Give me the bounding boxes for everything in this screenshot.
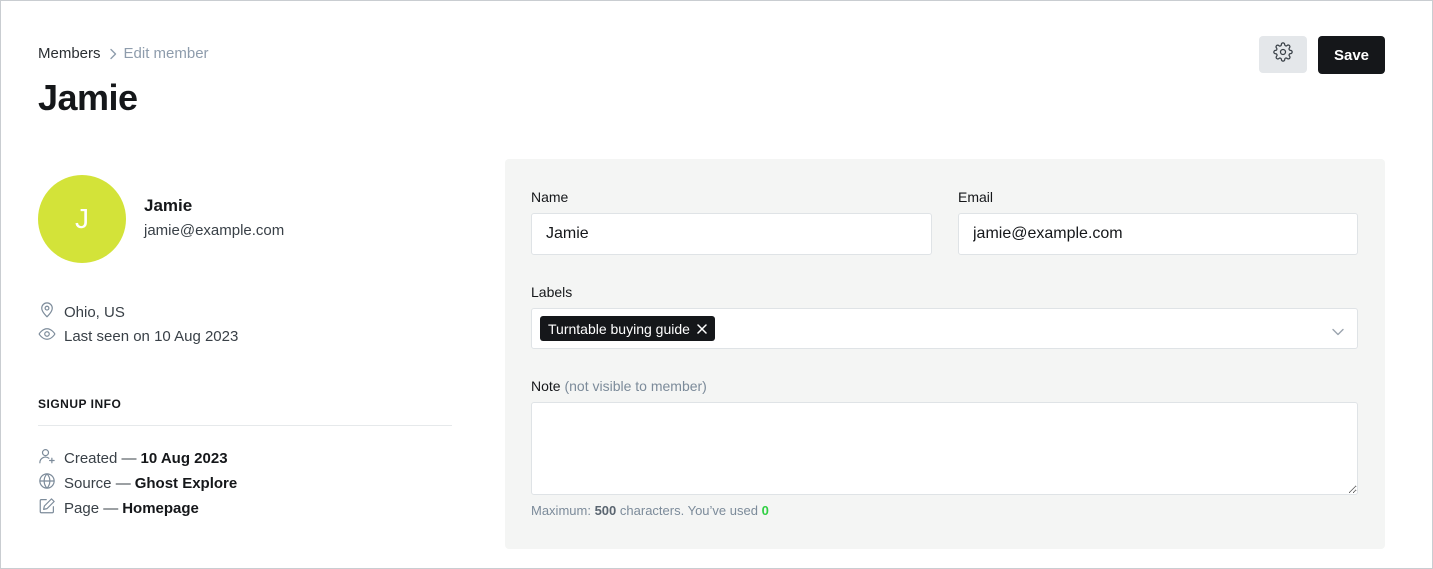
email-input[interactable] xyxy=(958,213,1358,255)
char-max: 500 xyxy=(594,503,617,518)
save-button[interactable]: Save xyxy=(1318,36,1385,74)
label-chip-text: Turntable buying guide xyxy=(548,320,690,337)
chevron-right-icon xyxy=(109,48,117,60)
label-chip: Turntable buying guide xyxy=(540,316,715,341)
member-last-seen: Last seen on 10 Aug 2023 xyxy=(64,327,239,345)
close-icon[interactable] xyxy=(697,323,707,334)
eye-icon xyxy=(38,325,64,347)
divider xyxy=(38,425,452,426)
chevron-down-icon xyxy=(1332,323,1344,341)
source-value: Ghost Explore xyxy=(134,474,238,492)
location-row: Ohio, US xyxy=(38,301,125,323)
member-name: Jamie xyxy=(144,196,193,215)
created-row: Created — 10 Aug 2023 xyxy=(38,447,228,469)
labels-label: Labels xyxy=(531,284,573,300)
note-label-text: Note xyxy=(531,378,561,394)
char-used: 0 xyxy=(761,503,769,518)
avatar-initial: J xyxy=(75,203,89,234)
note-textarea[interactable] xyxy=(531,402,1358,495)
last-seen-row: Last seen on 10 Aug 2023 xyxy=(38,325,238,347)
breadcrumb: Members Edit member xyxy=(38,45,209,62)
note-hint: (not visible to member) xyxy=(564,378,707,394)
member-email: jamie@example.com xyxy=(144,222,285,239)
location-pin-icon xyxy=(38,301,64,323)
note-label: Note (not visible to member) xyxy=(531,378,707,394)
settings-button[interactable] xyxy=(1259,36,1307,73)
breadcrumb-current: Edit member xyxy=(123,45,209,62)
name-label: Name xyxy=(531,189,569,205)
signup-info-heading: SIGNUP INFO xyxy=(38,397,122,411)
member-location: Ohio, US xyxy=(64,303,125,321)
globe-icon xyxy=(38,472,64,494)
gear-icon xyxy=(1273,42,1293,67)
created-label: Created — xyxy=(64,449,137,467)
breadcrumb-members-link[interactable]: Members xyxy=(38,45,101,62)
user-add-icon xyxy=(38,447,64,469)
char-count-mid: characters. You’ve used xyxy=(619,503,758,518)
page-title: Jamie xyxy=(38,77,138,118)
labels-select[interactable]: Turntable buying guide xyxy=(531,308,1358,349)
page-value: Homepage xyxy=(122,499,199,517)
email-label: Email xyxy=(958,189,994,205)
source-label: Source — xyxy=(64,474,131,492)
edit-page-icon xyxy=(38,497,64,519)
page-row: Page — Homepage xyxy=(38,497,199,519)
name-input[interactable] xyxy=(531,213,932,255)
source-row: Source — Ghost Explore xyxy=(38,472,237,494)
app-window: Members Edit member Jamie Save J Jamie j… xyxy=(0,0,1433,569)
char-count-prefix: Maximum: xyxy=(531,503,591,518)
avatar: J xyxy=(38,175,126,263)
char-count: Maximum: 500 characters. You’ve used 0 xyxy=(531,503,769,518)
created-value: 10 Aug 2023 xyxy=(140,449,228,467)
page-label: Page — xyxy=(64,499,119,517)
